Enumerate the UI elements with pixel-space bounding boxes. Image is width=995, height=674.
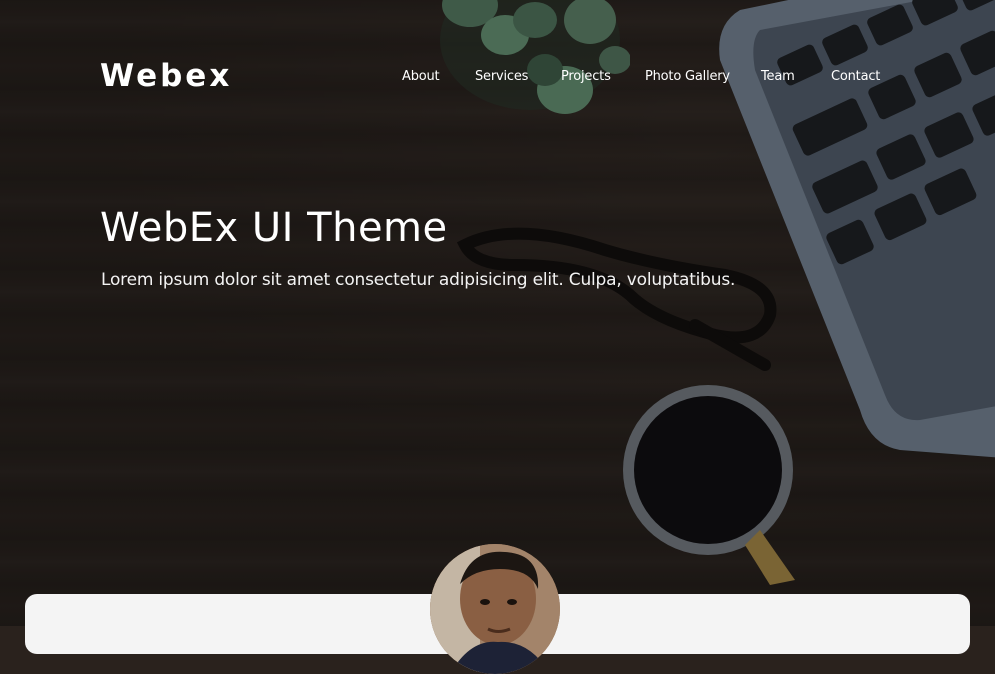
- hero-title: WebEx UI Theme: [100, 205, 448, 251]
- nav-item-photo-gallery[interactable]: Photo Gallery: [645, 69, 730, 84]
- glasses-decoration: [456, 227, 777, 371]
- nav-item-projects[interactable]: Projects: [561, 69, 611, 84]
- nav-item-about[interactable]: About: [402, 69, 440, 84]
- nav-item-contact[interactable]: Contact: [831, 69, 880, 84]
- main-navigation: About Services Projects Photo Gallery Te…: [0, 69, 995, 89]
- hero-subtitle: Lorem ipsum dolor sit amet consectetur a…: [101, 270, 736, 290]
- avatar-photo: [430, 544, 560, 674]
- nav-item-team[interactable]: Team: [761, 69, 795, 84]
- avatar: [430, 544, 560, 674]
- nav-item-services[interactable]: Services: [475, 69, 528, 84]
- coffee-cup-decoration: [623, 385, 795, 585]
